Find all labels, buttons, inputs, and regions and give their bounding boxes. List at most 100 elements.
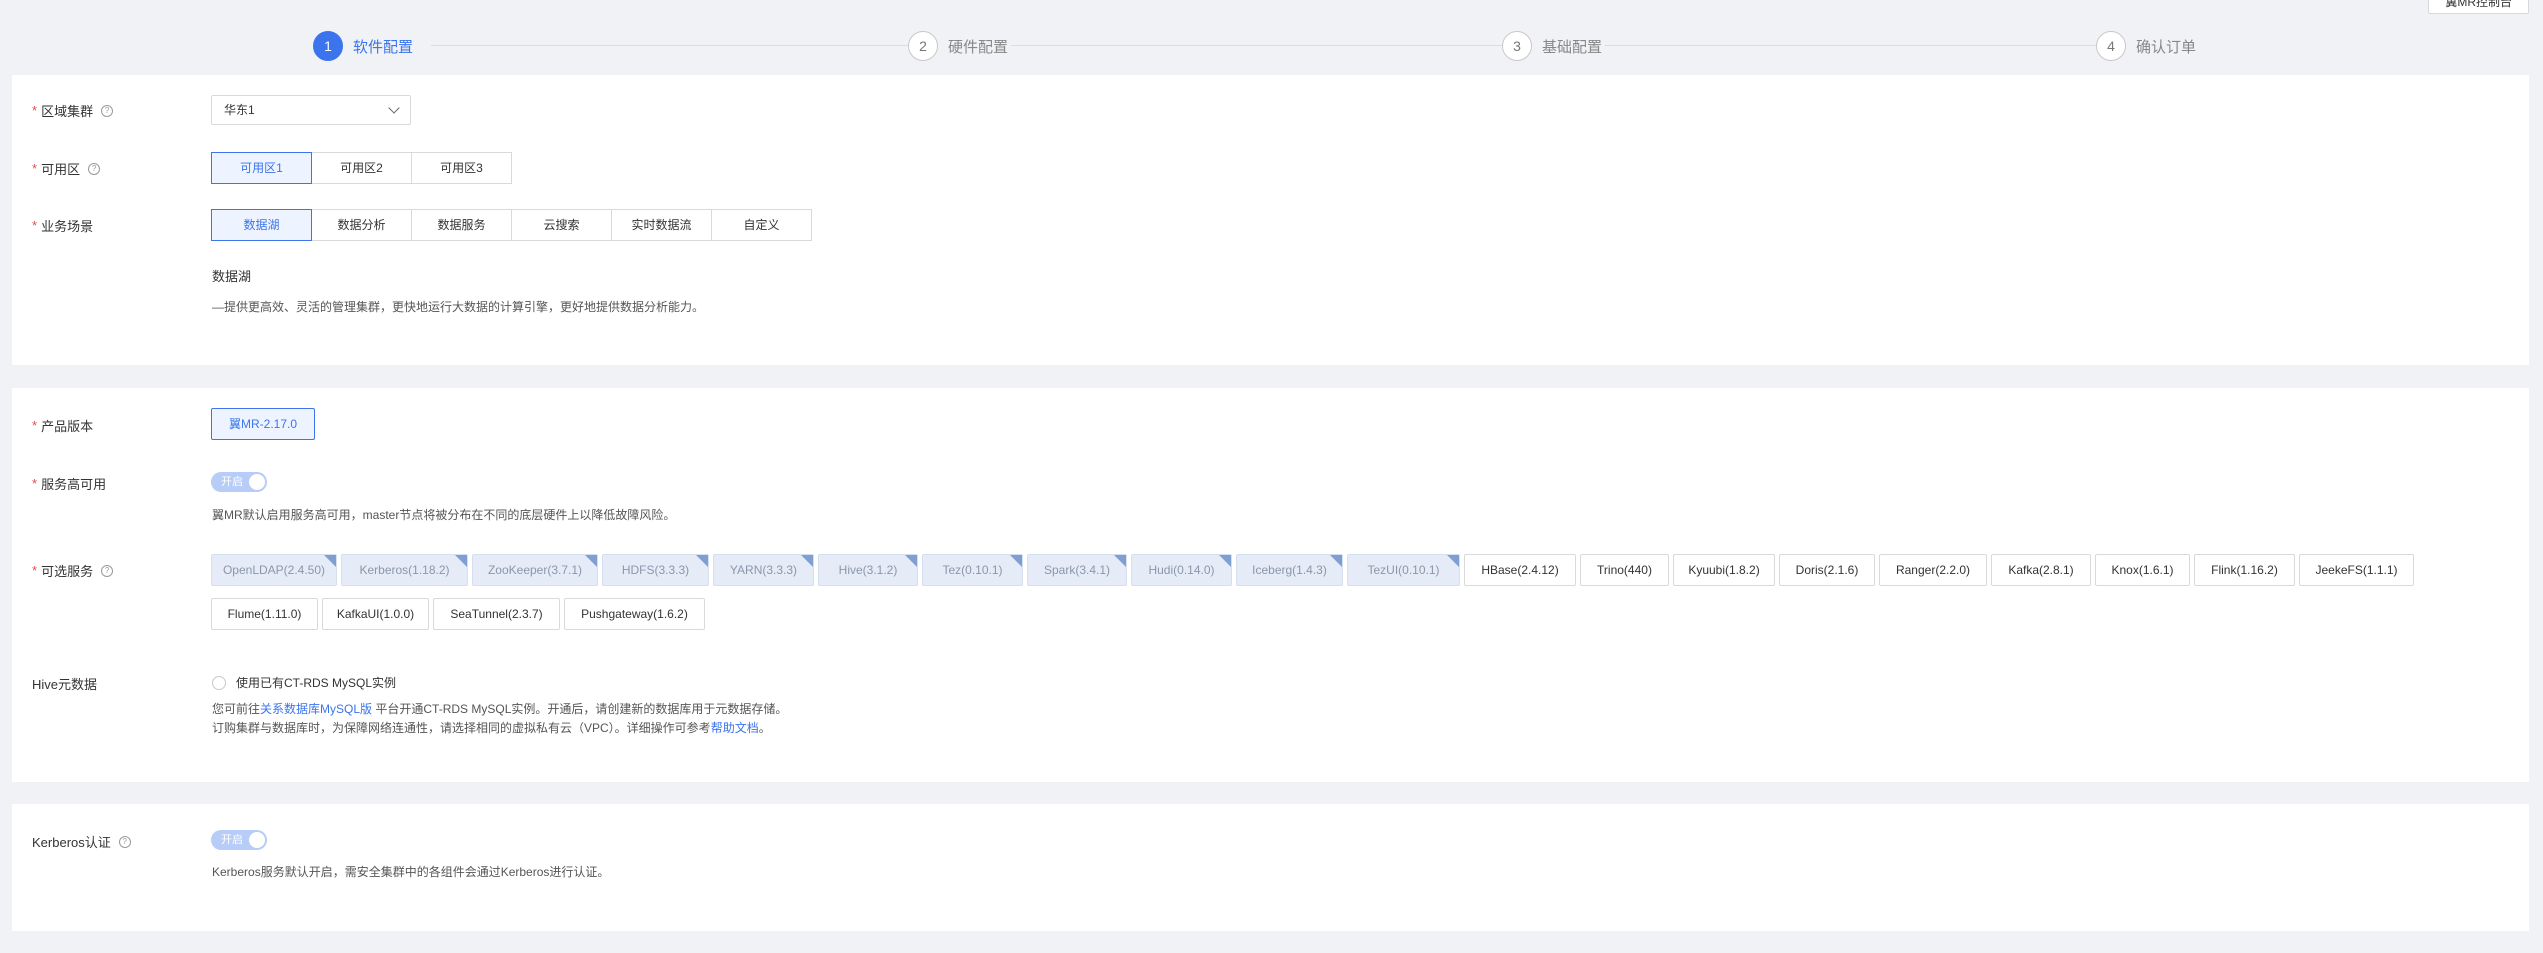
help-doc-link[interactable]: 帮助文档 xyxy=(711,721,759,735)
hive-label-text: Hive元数据 xyxy=(32,677,98,692)
zone-option-3[interactable]: 可用区3 xyxy=(411,152,512,184)
scene-label: * 业务场景 xyxy=(32,218,94,234)
service-chip-zookeeper: ZooKeeper(3.7.1) xyxy=(472,554,598,586)
service-chip-kerberos: Kerberos(1.18.2) xyxy=(341,554,468,586)
switch-knob xyxy=(249,832,265,848)
kerberos-label-text: Kerberos认证 xyxy=(32,835,111,850)
service-chip-jeekefs[interactable]: JeekeFS(1.1.1) xyxy=(2299,554,2414,586)
service-chip-yarn: YARN(3.3.3) xyxy=(713,554,814,586)
step-connector xyxy=(1011,45,1507,46)
ha-description: 翼MR默认启用服务高可用，master节点将被分布在不同的底层硬件上以降低故障风… xyxy=(212,508,676,522)
step-connector xyxy=(431,45,913,46)
service-chip-openldap: OpenLDAP(2.4.50) xyxy=(211,554,337,586)
scene-option-datalake[interactable]: 数据湖 xyxy=(211,209,312,241)
kerberos-label: Kerberos认证 ? xyxy=(32,832,131,851)
step-number: 4 xyxy=(2096,31,2126,61)
service-chip-kafka[interactable]: Kafka(2.8.1) xyxy=(1991,554,2091,586)
kerberos-card: Kerberos认证 ? 开启 Kerberos服务默认开启，需安全集群中的各组… xyxy=(12,804,2529,931)
service-chip-tez: Tez(0.10.1) xyxy=(922,554,1023,586)
service-chip-hudi: Hudi(0.14.0) xyxy=(1131,554,1232,586)
region-label-text: 区域集群 xyxy=(41,104,94,119)
region-label: * 区域集群 ? xyxy=(32,101,114,120)
scene-label-text: 业务场景 xyxy=(41,219,94,234)
zone-label-text: 可用区 xyxy=(41,162,81,177)
region-value: 华东1 xyxy=(224,103,255,117)
version-option[interactable]: 翼MR-2.17.0 xyxy=(211,408,316,440)
version-label: * 产品版本 xyxy=(32,418,94,434)
step-confirm[interactable]: 4 确认订单 xyxy=(2096,29,2196,63)
scene-option-stream[interactable]: 实时数据流 xyxy=(611,209,712,241)
service-chip-hbase[interactable]: HBase(2.4.12) xyxy=(1464,554,1576,586)
step-label: 硬件配置 xyxy=(948,38,1009,56)
scene-option-analysis[interactable]: 数据分析 xyxy=(311,209,412,241)
service-chip-kafkaui[interactable]: KafkaUI(1.0.0) xyxy=(322,598,429,630)
step-hardware[interactable]: 2 硬件配置 xyxy=(908,29,1008,63)
hive-checkbox-label: 使用已有CT-RDS MySQL实例 xyxy=(236,676,397,690)
hive-desc-text: 平台开通CT-RDS MySQL实例。开通后，请创建新的数据库用于元数据存储。 xyxy=(372,702,788,716)
hive-desc-text: 订购集群与数据库时，为保障网络连通性，请选择相同的虚拟私有云（VPC）。详细操作… xyxy=(212,721,711,735)
help-icon[interactable]: ? xyxy=(88,162,101,175)
service-chip-iceberg: Iceberg(1.4.3) xyxy=(1236,554,1343,586)
hive-desc-line1: 您可前往关系数据库MySQL版 平台开通CT-RDS MySQL实例。开通后，请… xyxy=(212,700,787,717)
ha-switch[interactable]: 开启 xyxy=(211,472,267,492)
service-chip-hive: Hive(3.1.2) xyxy=(818,554,918,586)
service-chip-flink[interactable]: Flink(1.16.2) xyxy=(2194,554,2295,586)
scene-title: 数据湖 xyxy=(212,269,252,284)
scene-option-custom[interactable]: 自定义 xyxy=(711,209,812,241)
help-icon[interactable]: ? xyxy=(101,104,114,117)
step-label: 确认订单 xyxy=(2136,38,2197,56)
kerberos-switch[interactable]: 开启 xyxy=(211,830,267,850)
step-number: 3 xyxy=(1502,31,1532,61)
hive-checkbox[interactable] xyxy=(212,675,226,690)
step-label: 软件配置 xyxy=(353,38,414,56)
ha-switch-text: 开启 xyxy=(221,476,243,488)
service-chip-pushgateway[interactable]: Pushgateway(1.6.2) xyxy=(564,598,705,630)
mysql-link[interactable]: 关系数据库MySQL版 xyxy=(260,702,372,716)
console-button[interactable]: 翼MR控制台 xyxy=(2428,0,2529,14)
hive-desc-text: 。 xyxy=(758,721,771,735)
zone-label: * 可用区 ? xyxy=(32,159,101,178)
zone-option-2[interactable]: 可用区2 xyxy=(311,152,412,184)
software-card: * 区域集群 ? 华东1 * 可用区 ? 可用区1 可用区2 可用区3 * 业务场景 … xyxy=(12,75,2529,365)
service-chip-doris[interactable]: Doris(2.1.6) xyxy=(1779,554,1875,586)
service-chip-flume[interactable]: Flume(1.11.0) xyxy=(211,598,318,630)
help-icon[interactable]: ? xyxy=(118,835,131,848)
zone-selector: 可用区1 可用区2 可用区3 xyxy=(211,152,512,184)
scene-option-search[interactable]: 云搜索 xyxy=(511,209,612,241)
service-card: * 产品版本 翼MR-2.17.0 * 服务高可用 开启 翼MR默认启用服务高可用，… xyxy=(12,388,2529,782)
hive-desc-line2: 订购集群与数据库时，为保障网络连通性，请选择相同的虚拟私有云（VPC）。详细操作… xyxy=(212,719,771,736)
step-basic[interactable]: 3 基础配置 xyxy=(1502,29,1602,63)
ha-label-text: 服务高可用 xyxy=(41,477,107,492)
help-icon[interactable]: ? xyxy=(101,564,114,577)
step-label: 基础配置 xyxy=(1542,38,1603,56)
switch-knob xyxy=(249,474,265,490)
services-label: * 可选服务 ? xyxy=(32,561,114,580)
services-label-text: 可选服务 xyxy=(41,564,94,579)
step-number: 2 xyxy=(908,31,938,61)
scene-description: —提供更高效、灵活的管理集群，更快地运行大数据的计算引擎，更好地提供数据分析能力… xyxy=(212,300,705,314)
hive-checkbox-row[interactable]: 使用已有CT-RDS MySQL实例 xyxy=(212,674,396,691)
chevron-down-icon xyxy=(388,102,400,114)
scene-selector: 数据湖 数据分析 数据服务 云搜索 实时数据流 自定义 xyxy=(211,209,812,241)
service-chip-seatunnel[interactable]: SeaTunnel(2.3.7) xyxy=(433,598,560,630)
zone-option-1[interactable]: 可用区1 xyxy=(211,152,312,184)
scene-option-service[interactable]: 数据服务 xyxy=(411,209,512,241)
service-chip-tezui: TezUI(0.10.1) xyxy=(1347,554,1460,586)
service-chip-hdfs: HDFS(3.3.3) xyxy=(602,554,709,586)
stepper: 1 软件配置 2 硬件配置 3 基础配置 4 确认订单 xyxy=(313,29,2197,63)
kerberos-switch-text: 开启 xyxy=(221,834,243,846)
service-chip-ranger[interactable]: Ranger(2.2.0) xyxy=(1879,554,1987,586)
service-chip-kyuubi[interactable]: Kyuubi(1.8.2) xyxy=(1673,554,1775,586)
service-chip-spark: Spark(3.4.1) xyxy=(1027,554,1127,586)
kerberos-description: Kerberos服务默认开启，需安全集群中的各组件会通过Kerberos进行认证… xyxy=(212,865,610,879)
step-connector xyxy=(1605,45,2101,46)
hive-label: Hive元数据 xyxy=(32,674,97,693)
step-number: 1 xyxy=(313,31,343,61)
version-label-text: 产品版本 xyxy=(41,419,94,434)
step-software[interactable]: 1 软件配置 xyxy=(313,29,413,63)
hive-desc-text: 您可前往 xyxy=(212,702,261,716)
service-chip-knox[interactable]: Knox(1.6.1) xyxy=(2095,554,2190,586)
region-select[interactable]: 华东1 xyxy=(211,95,411,125)
ha-label: * 服务高可用 xyxy=(32,476,107,492)
service-chip-trino[interactable]: Trino(440) xyxy=(1580,554,1669,586)
